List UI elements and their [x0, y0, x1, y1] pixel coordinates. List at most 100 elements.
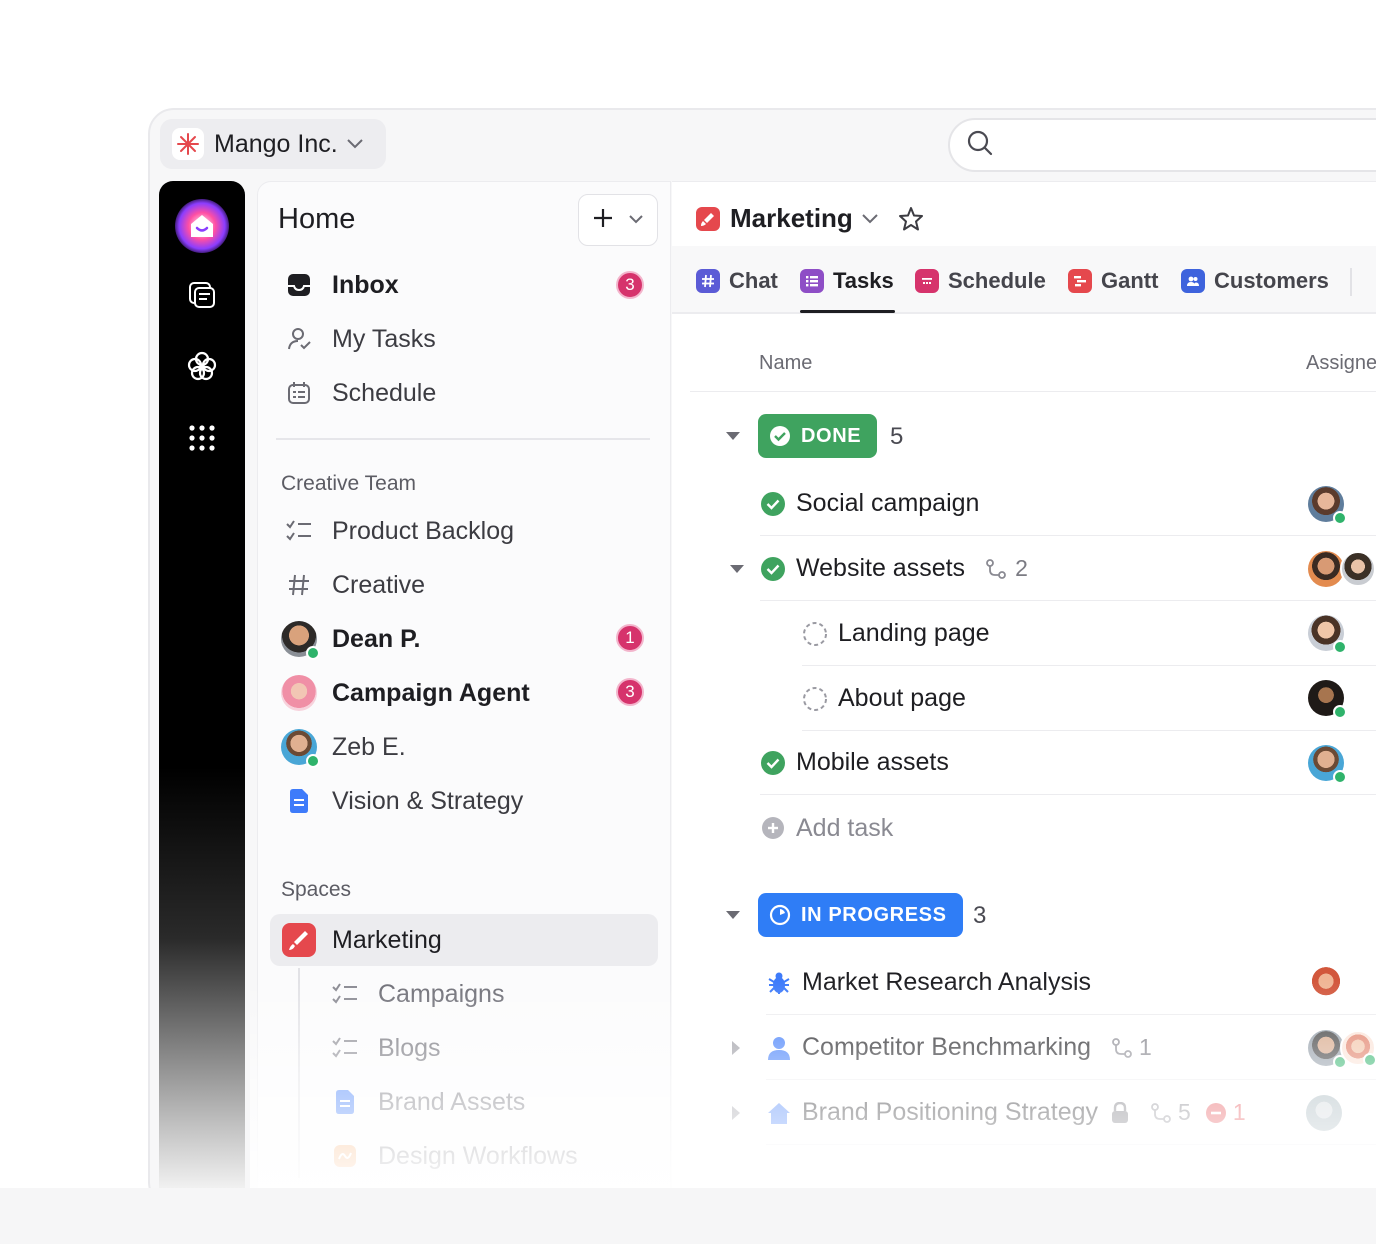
search-icon — [966, 129, 994, 162]
task-row[interactable]: Market Research Analysis — [766, 951, 1376, 1015]
collapse-caret-icon[interactable] — [730, 565, 744, 573]
sidebar-item-schedule[interactable]: Schedule — [276, 368, 436, 418]
unread-count-badge: 1 — [616, 624, 644, 652]
expand-caret-icon[interactable] — [732, 1041, 740, 1055]
status-pill-done[interactable]: DONE — [758, 414, 878, 458]
avatar — [281, 675, 317, 711]
subtask-count[interactable]: 1 — [1111, 1034, 1152, 1061]
expand-caret-icon[interactable] — [732, 1106, 740, 1120]
sidebar-item-product-backlog[interactable]: Product Backlog — [276, 506, 514, 556]
workspace-logo-icon — [172, 128, 204, 160]
subtask-icon — [985, 558, 1007, 580]
docs-chat-icon[interactable] — [186, 279, 218, 311]
todo-circle-icon[interactable] — [802, 621, 828, 647]
sidebar-item-creative[interactable]: Creative — [276, 560, 425, 610]
sidebar-item-label: Schedule — [332, 378, 437, 407]
star-icon[interactable] — [897, 205, 925, 233]
todo-circle-icon[interactable] — [802, 686, 828, 712]
sidebar-item-label: Creative — [332, 570, 426, 599]
assignee-avatar[interactable] — [1308, 1030, 1347, 1069]
tab-tasks[interactable]: Tasks — [800, 264, 894, 298]
sidebar-item-blogs[interactable]: Blogs — [322, 1023, 441, 1073]
person-icon[interactable] — [766, 1035, 792, 1061]
checklist-icon — [322, 1030, 368, 1066]
check-circle-icon[interactable] — [760, 750, 786, 776]
task-row[interactable]: Website assets 2 — [760, 537, 1376, 601]
task-row[interactable]: Brand Positioning Strategy 5 1 — [766, 1081, 1376, 1145]
task-row[interactable]: Mobile assets — [760, 731, 1376, 795]
assignee-avatar[interactable] — [1308, 486, 1347, 525]
task-name: Landing page — [838, 619, 990, 647]
tab-label: Schedule — [948, 268, 1046, 293]
marketing-brush-icon — [696, 206, 720, 231]
online-status-dot — [1363, 1053, 1376, 1067]
sidebar-item-label: Vision & Strategy — [332, 786, 524, 815]
inbox-count-badge: 3 — [616, 271, 644, 299]
ai-brain-icon[interactable] — [186, 350, 218, 382]
add-new-button[interactable] — [578, 194, 658, 246]
sidebar-item-label: Design Workflows — [378, 1141, 578, 1170]
house-icon[interactable] — [766, 1100, 792, 1126]
sidebar-item-campaign-agent[interactable]: Campaign Agent — [276, 668, 530, 718]
assignee-avatar[interactable] — [1306, 1095, 1342, 1131]
subtask-row[interactable]: Landing page — [802, 602, 1376, 666]
sidebar-item-vision-strategy[interactable]: Vision & Strategy — [276, 776, 523, 826]
subtask-row[interactable]: About page — [802, 667, 1376, 731]
sidebar-item-my-tasks[interactable]: My Tasks — [276, 314, 436, 364]
status-pill-in-progress[interactable]: IN PROGRESS — [758, 893, 963, 937]
assignee-avatar[interactable] — [1340, 551, 1376, 587]
inbox-icon — [276, 267, 322, 303]
task-name: Social campaign — [796, 489, 980, 517]
tab-divider — [1350, 268, 1352, 296]
subtask-count[interactable]: 5 — [1150, 1099, 1191, 1126]
tab-gantt[interactable]: Gantt — [1068, 264, 1158, 298]
sidebar-item-design-workflows[interactable]: Design Workflows — [322, 1131, 578, 1181]
breadcrumb[interactable]: Marketing — [696, 203, 925, 234]
sidebar-item-campaigns[interactable]: Campaigns — [322, 969, 504, 1019]
assignee-avatar[interactable] — [1308, 615, 1347, 654]
task-row[interactable]: Social campaign — [760, 472, 1376, 536]
assignee-avatar[interactable] — [1308, 965, 1344, 1001]
column-header-assignee[interactable]: Assignee — [1306, 352, 1376, 375]
group-count: 3 — [973, 902, 987, 929]
sidebar-item-inbox[interactable]: Inbox — [276, 260, 399, 310]
status-label: DONE — [801, 424, 862, 447]
tab-schedule[interactable]: Schedule — [915, 264, 1046, 298]
apps-grid-icon[interactable] — [186, 422, 218, 454]
tab-customers[interactable]: Customers — [1181, 264, 1329, 298]
check-circle-icon[interactable] — [760, 491, 786, 517]
collapse-caret-icon[interactable] — [726, 911, 740, 919]
sidebar-item-marketing-space[interactable]: Marketing — [276, 915, 442, 965]
blocked-count[interactable]: 1 — [1205, 1099, 1246, 1126]
search-input[interactable] — [948, 118, 1376, 172]
collapse-caret-icon[interactable] — [726, 432, 740, 440]
calendar-icon — [915, 269, 939, 293]
check-circle-icon[interactable] — [760, 556, 786, 582]
subtask-icon — [1111, 1037, 1133, 1059]
assignee-avatar[interactable] — [1308, 551, 1344, 587]
add-task-button[interactable]: Add task — [760, 796, 1376, 860]
sidebar-item-brand-assets[interactable]: Brand Assets — [322, 1077, 525, 1127]
add-task-label: Add task — [796, 813, 894, 842]
subtask-count[interactable]: 2 — [985, 555, 1028, 582]
sidebar-item-zeb-e[interactable]: Zeb E. — [276, 722, 406, 772]
avatar — [281, 621, 320, 660]
home-logo-icon[interactable] — [175, 199, 229, 253]
task-row[interactable]: Competitor Benchmarking 1 — [766, 1016, 1376, 1080]
assignee-avatar[interactable] — [1308, 680, 1347, 719]
header-divider — [690, 391, 1376, 392]
online-status-dot — [1333, 770, 1347, 784]
unread-count-badge: 3 — [616, 678, 644, 706]
task-name: Mobile assets — [796, 748, 949, 776]
assignee-avatar[interactable] — [1308, 745, 1347, 784]
column-header-name[interactable]: Name — [759, 352, 812, 375]
sidebar-title: Home — [278, 203, 356, 235]
workspace-switcher[interactable]: Mango Inc. — [160, 119, 386, 169]
chevron-down-icon[interactable] — [861, 213, 879, 225]
assignee-avatar[interactable] — [1340, 1030, 1376, 1067]
sidebar-item-dean-p[interactable]: Dean P. — [276, 614, 420, 664]
users-icon — [1181, 269, 1205, 293]
tab-chat[interactable]: Chat — [696, 264, 778, 298]
online-status-dot — [1333, 511, 1347, 525]
bug-icon[interactable] — [766, 970, 792, 996]
